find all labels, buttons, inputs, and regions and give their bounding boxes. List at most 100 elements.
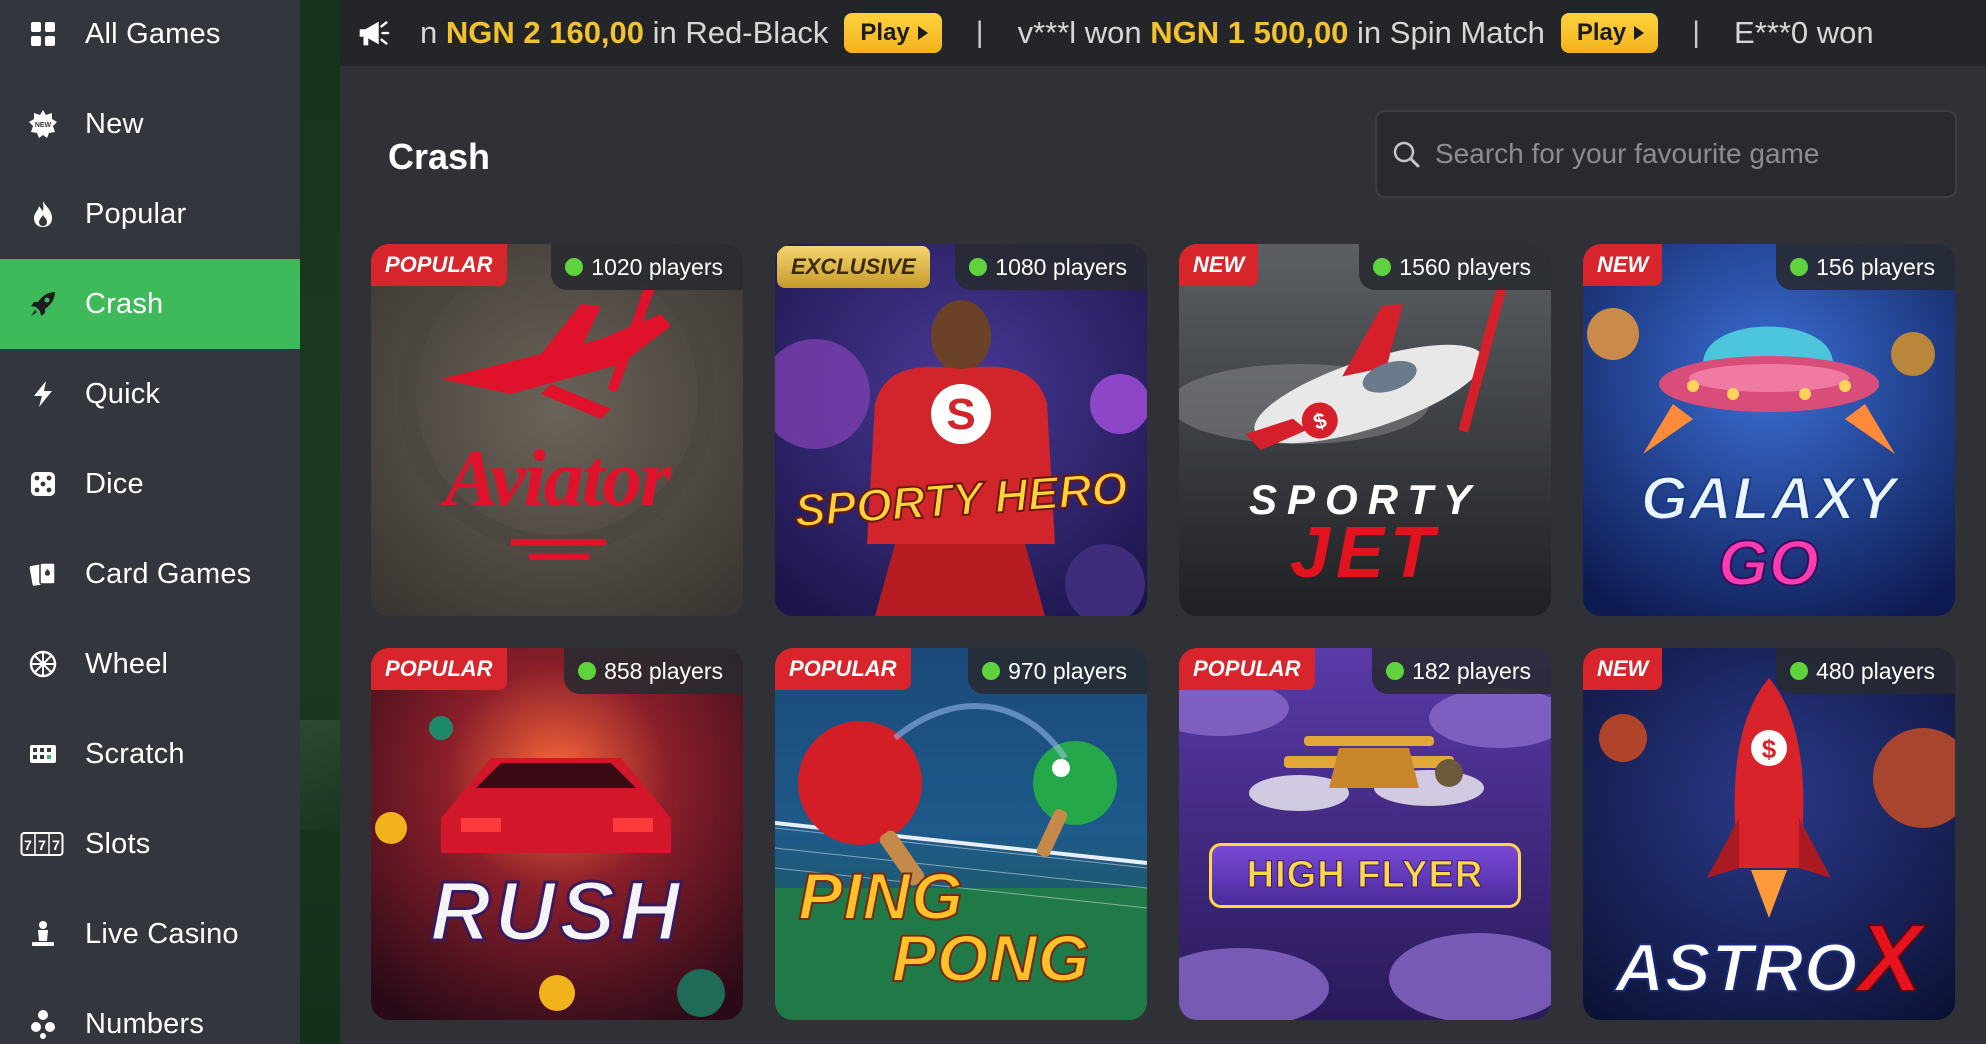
badge-new: NEW xyxy=(1179,244,1259,286)
game-title: PONG xyxy=(891,920,1091,996)
sidebar-item-popular[interactable]: Popular xyxy=(0,169,300,259)
sidebar-item-quick[interactable]: Quick xyxy=(0,349,300,439)
sidebar-item-crash[interactable]: Crash xyxy=(0,259,300,349)
ticker-separator: | xyxy=(975,16,984,49)
player-count: 970 players xyxy=(968,648,1147,694)
live-dealer-icon xyxy=(26,917,60,951)
winner-ticker: n NGN 2 160,00 in Red-Black Play | v***l… xyxy=(340,0,1986,66)
slots-777-icon: 777 xyxy=(20,827,64,861)
game-card-ping-pong[interactable]: PING PONG POPULAR 970 players xyxy=(775,648,1147,1020)
sidebar-item-label: Scratch xyxy=(85,737,185,770)
sidebar-item-dice[interactable]: Dice xyxy=(0,439,300,529)
search-box xyxy=(1375,110,1957,198)
badge-popular: POPULAR xyxy=(371,648,507,690)
game-card-sporty-jet[interactable]: $ SPORTY JET NEW 1560 players xyxy=(1179,244,1551,616)
rocket-icon xyxy=(26,287,60,321)
badge-popular: POPULAR xyxy=(371,244,507,286)
sidebar-item-all-games[interactable]: All Games xyxy=(0,0,300,79)
game-card-high-flyer[interactable]: HIGH FLYER POPULAR 182 players xyxy=(1179,648,1551,1020)
svg-text:7: 7 xyxy=(52,837,60,853)
badge-popular: POPULAR xyxy=(1179,648,1315,690)
sidebar-item-label: New xyxy=(85,107,144,140)
online-dot-icon xyxy=(1790,258,1809,276)
sidebar-item-wheel[interactable]: Wheel xyxy=(0,619,300,709)
sidebar-item-label: Slots xyxy=(85,827,151,860)
online-dot-icon xyxy=(982,662,1001,680)
online-dot-icon xyxy=(969,258,988,276)
search-icon xyxy=(1393,141,1420,168)
game-artwork xyxy=(1179,648,1551,1020)
svg-text:NEW: NEW xyxy=(35,122,52,129)
ticker-play-button[interactable]: Play xyxy=(844,13,942,53)
sidebar-item-label: Wheel xyxy=(85,647,169,680)
game-title: JET xyxy=(1289,513,1441,593)
ticker-play-button[interactable]: Play xyxy=(1560,13,1659,53)
online-dot-icon xyxy=(565,258,584,276)
lightning-icon xyxy=(26,377,60,411)
sidebar-item-slots[interactable]: 777 Slots xyxy=(0,799,300,889)
sidebar-item-label: Popular xyxy=(85,197,187,230)
player-count: 1020 players xyxy=(551,244,743,290)
sidebar-item-label: Dice xyxy=(85,467,144,500)
sidebar-item-label: Crash xyxy=(85,287,164,320)
sidebar-item-label: Quick xyxy=(85,377,161,410)
game-title: Aviator xyxy=(444,435,672,523)
numbers-balls-icon xyxy=(26,1007,60,1041)
badge-new: NEW xyxy=(1583,648,1663,690)
dice-icon xyxy=(26,467,60,501)
player-count: 182 players xyxy=(1372,648,1551,694)
sidebar-item-label: Live Casino xyxy=(85,917,239,950)
scratch-icon xyxy=(26,737,60,771)
online-dot-icon xyxy=(1386,662,1405,680)
player-count: 858 players xyxy=(564,648,743,694)
sidebar-item-numbers[interactable]: Numbers xyxy=(0,979,300,1044)
game-card-aviator[interactable]: Aviator POPULAR 1020 players xyxy=(371,244,743,616)
ticker-separator: | xyxy=(1692,16,1701,49)
game-title: GO xyxy=(1717,526,1820,600)
ticker-entry: E***0 won xyxy=(1734,15,1874,50)
wheel-icon xyxy=(26,647,60,681)
game-artwork: S xyxy=(775,244,1147,616)
sidebar-item-label: Card Games xyxy=(85,557,252,590)
svg-text:$: $ xyxy=(1762,734,1777,764)
play-arrow-icon xyxy=(1634,26,1645,40)
game-artwork xyxy=(371,648,743,1020)
svg-text:7: 7 xyxy=(38,837,46,853)
svg-text:7: 7 xyxy=(24,837,32,853)
sidebar-item-card-games[interactable]: Card Games xyxy=(0,529,300,619)
sidebar-item-label: All Games xyxy=(85,17,221,50)
online-dot-icon xyxy=(1790,662,1809,680)
ticker-entry: v***l won NGN 1 500,00 in Spin Match xyxy=(1017,15,1545,50)
ticker-entry: n NGN 2 160,00 in Red-Black xyxy=(420,15,829,50)
game-title: GALAXY xyxy=(1640,464,1898,533)
player-count: 480 players xyxy=(1776,648,1955,694)
game-card-galaxy-go[interactable]: GALAXY GO NEW 156 players xyxy=(1583,244,1955,616)
megaphone-icon xyxy=(340,0,406,66)
cards-icon xyxy=(26,557,60,591)
badge-new: NEW xyxy=(1583,244,1663,286)
sidebar-item-label: Numbers xyxy=(85,1007,205,1040)
game-card-rush[interactable]: RUSH POPULAR 858 players xyxy=(371,648,743,1020)
sidebar-item-new[interactable]: NEW New xyxy=(0,79,300,169)
badge-exclusive: EXCLUSIVE xyxy=(777,246,930,288)
flame-icon xyxy=(26,197,60,231)
sidebar-nav: All Games NEW New Popular Crash Quick Di… xyxy=(0,0,300,1044)
page-title: Crash xyxy=(388,136,491,177)
game-title: RUSH xyxy=(428,863,684,960)
player-count: 1560 players xyxy=(1359,244,1551,290)
new-burst-icon: NEW xyxy=(26,107,60,141)
online-dot-icon xyxy=(578,662,597,680)
play-arrow-icon xyxy=(917,26,928,40)
game-title: ASTROX xyxy=(1614,904,1924,1013)
game-artwork xyxy=(371,244,743,616)
sidebar-item-live-casino[interactable]: Live Casino xyxy=(0,889,300,979)
search-input[interactable] xyxy=(1435,129,1935,179)
game-card-astro-x[interactable]: $ ASTROX NEW 480 players xyxy=(1583,648,1955,1020)
game-card-sporty-hero[interactable]: S SPORTY HERO EXCLUSIVE 1080 players xyxy=(775,244,1147,616)
sidebar-item-scratch[interactable]: Scratch xyxy=(0,709,300,799)
game-title: HIGH FLYER xyxy=(1209,843,1521,908)
badge-popular: POPULAR xyxy=(775,648,911,690)
online-dot-icon xyxy=(1373,258,1392,276)
player-count: 156 players xyxy=(1776,244,1955,290)
background-strip xyxy=(300,0,340,1044)
